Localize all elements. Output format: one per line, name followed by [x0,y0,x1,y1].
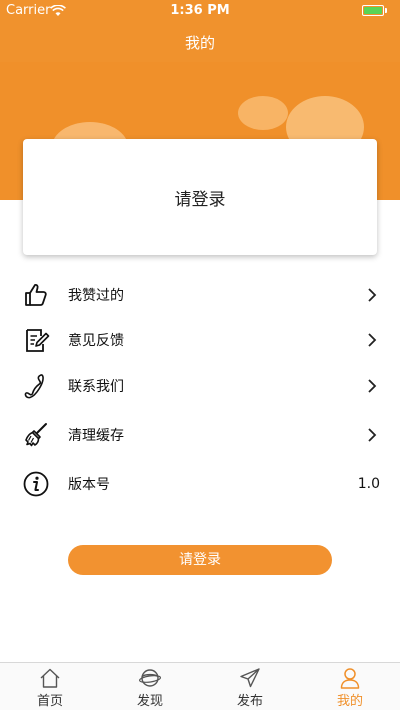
chevron-right-icon [368,288,377,302]
feedback-edit-icon [26,329,50,352]
chevron-right-icon [368,333,377,347]
tab-home[interactable]: 首页 [0,663,100,710]
battery-tip [385,8,387,13]
menu-item-label: 清理缓存 [68,428,124,444]
menu-item-clear-cache[interactable]: 清理缓存 [0,412,400,458]
tab-label: 发现 [136,694,163,709]
version-value: 1.0 [357,476,380,492]
page-title: 我的 [184,34,215,52]
tab-publish[interactable]: 发布 [200,663,300,710]
status-bar: Carrier 1:36 PM [0,0,400,22]
thumbs-up-icon [25,284,47,306]
decorative-bubble [238,96,288,130]
menu-item-label: 联系我们 [68,379,124,395]
tab-label: 我的 [336,694,363,709]
menu-item-label: 我赞过的 [68,288,124,304]
chevron-right-icon [368,379,377,393]
chevron-right-icon [368,428,377,442]
tab-label: 发布 [236,694,263,709]
tab-discover[interactable]: 发现 [100,663,200,710]
login-card[interactable]: 请登录 [23,139,377,255]
home-icon [40,668,60,688]
planet-icon [139,669,161,687]
tab-me[interactable]: 我的 [300,663,400,710]
tab-label: 首页 [36,694,63,709]
login-button[interactable]: 请登录 [68,545,332,575]
menu-item-liked[interactable]: 我赞过的 [0,272,400,318]
menu-item-version: 版本号 1.0 [0,461,400,507]
menu-item-label: 意见反馈 [68,333,124,349]
phone-icon [24,374,44,399]
info-icon [23,471,49,497]
tab-bar: 首页 发现 发布 我的 [0,662,400,710]
paper-plane-icon [240,668,260,688]
menu-item-label: 版本号 [68,477,110,493]
broom-icon [25,423,47,447]
battery-icon [362,5,384,16]
menu-item-contact[interactable]: 联系我们 [0,363,400,409]
user-icon [340,668,360,689]
login-card-label: 请登录 [174,189,226,210]
menu-item-feedback[interactable]: 意见反馈 [0,317,400,363]
status-time: 1:36 PM [170,3,230,18]
